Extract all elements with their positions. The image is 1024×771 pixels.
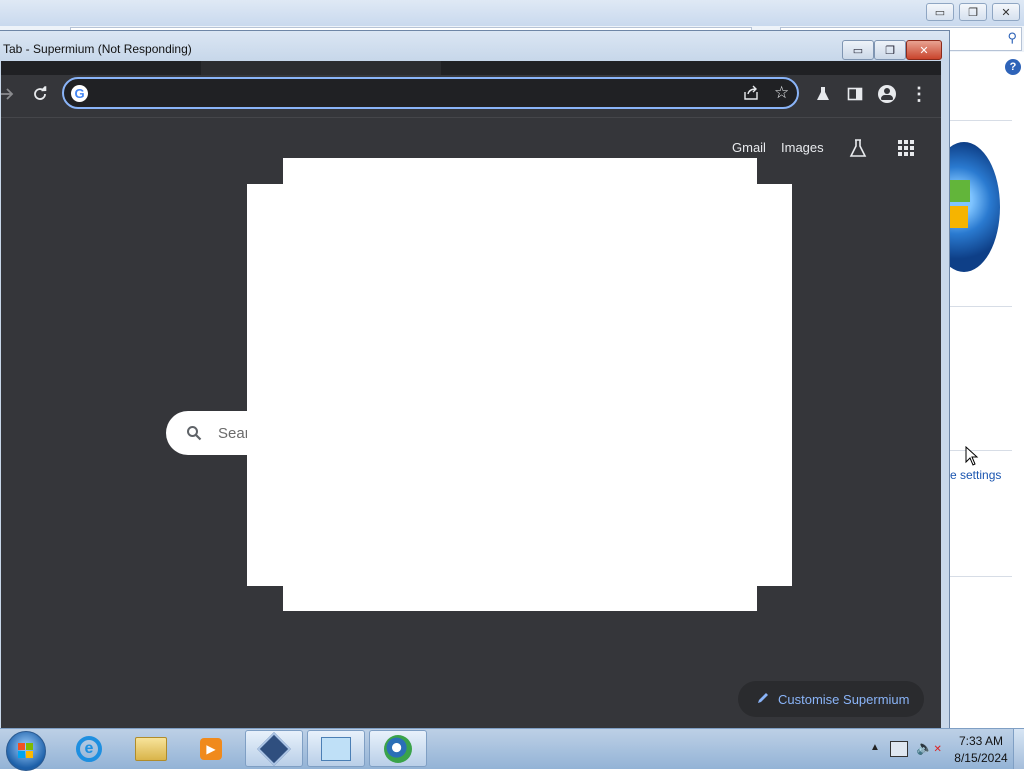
google-g-icon: G (71, 85, 88, 102)
clock-time: 7:33 AM (958, 734, 1004, 748)
help-icon[interactable]: ? (1005, 59, 1021, 75)
background-minimize-button[interactable]: ▭ (926, 3, 954, 21)
share-icon[interactable] (742, 84, 760, 107)
images-link[interactable]: Images (781, 140, 824, 155)
window-titlebar: Tab - Supermium (Not Responding) ▭ ❐ ✕ (0, 31, 949, 61)
start-button[interactable] (6, 731, 46, 771)
reload-icon[interactable] (28, 82, 52, 106)
unrendered-overlay (247, 184, 792, 586)
file-explorer-taskbar-icon[interactable] (122, 730, 180, 767)
tab[interactable] (201, 61, 441, 75)
divider (948, 450, 1012, 451)
window-title: Tab - Supermium (Not Responding) (3, 42, 192, 56)
customise-button[interactable]: Customise Supermium (738, 681, 924, 717)
network-icon[interactable] (890, 741, 908, 757)
search-placeholder: Sear (218, 425, 250, 442)
tab-strip (1, 61, 941, 75)
search-icon: ⚲ (1007, 30, 1017, 45)
tray-expand-icon[interactable]: ▲ (870, 742, 880, 753)
minimize-button[interactable]: ▭ (842, 40, 874, 60)
mouse-cursor (965, 445, 979, 471)
internet-explorer-taskbar-icon[interactable]: e (60, 730, 118, 767)
labs-flask-icon[interactable] (846, 136, 870, 160)
virtualbox-taskbar-icon[interactable] (245, 730, 303, 767)
side-panel-icon[interactable] (843, 82, 867, 106)
forward-icon[interactable] (0, 82, 19, 106)
media-player-taskbar-icon[interactable]: ▶ (182, 730, 240, 767)
background-maximize-button[interactable]: ❐ (959, 3, 987, 21)
profile-avatar-icon[interactable] (875, 82, 899, 106)
search-icon (186, 425, 202, 446)
control-panel-taskbar-icon[interactable] (307, 730, 365, 767)
background-close-button[interactable]: ✕ (992, 3, 1020, 21)
apps-grid-icon[interactable] (894, 136, 918, 160)
customise-label: Customise Supermium (778, 691, 910, 707)
taskbar-clock[interactable]: 7:33 AM 8/15/2024 (948, 733, 1014, 767)
address-bar[interactable]: G ☆ (62, 77, 799, 109)
gmail-link[interactable]: Gmail (732, 140, 766, 155)
background-titlebar (0, 0, 1024, 26)
menu-kebab-icon[interactable]: ⋮ (907, 82, 931, 106)
clock-date: 8/15/2024 (954, 751, 1008, 765)
divider (948, 306, 1012, 307)
restore-button[interactable]: ❐ (874, 40, 906, 60)
volume-muted-icon[interactable]: 🔈✕ (916, 739, 942, 756)
browser-toolbar: G ☆ ⋮ (1, 75, 941, 117)
windows-logo-icon (18, 743, 34, 759)
divider (948, 120, 1012, 121)
new-tab-page: Gmail Images Sear Customise Supermium (1, 117, 941, 731)
divider (948, 576, 1012, 577)
close-button[interactable]: ✕ (906, 40, 942, 60)
browser-window: Tab - Supermium (Not Responding) ▭ ❐ ✕ G… (0, 30, 950, 732)
taskbar: e ▶ ▲ 🔈✕ 7:33 AM 8/15/2024 (0, 728, 1024, 771)
browser-viewport: G ☆ ⋮ Gmail Images Sear Customise Superm… (1, 61, 941, 731)
pencil-icon (756, 691, 770, 708)
supermium-taskbar-icon[interactable] (369, 730, 427, 767)
system-tray: ▲ 🔈✕ 7:33 AM 8/15/2024 (866, 729, 1024, 769)
labs-flask-icon[interactable] (811, 82, 835, 106)
bookmark-star-icon[interactable]: ☆ (774, 83, 789, 103)
show-desktop-button[interactable] (1013, 729, 1024, 769)
